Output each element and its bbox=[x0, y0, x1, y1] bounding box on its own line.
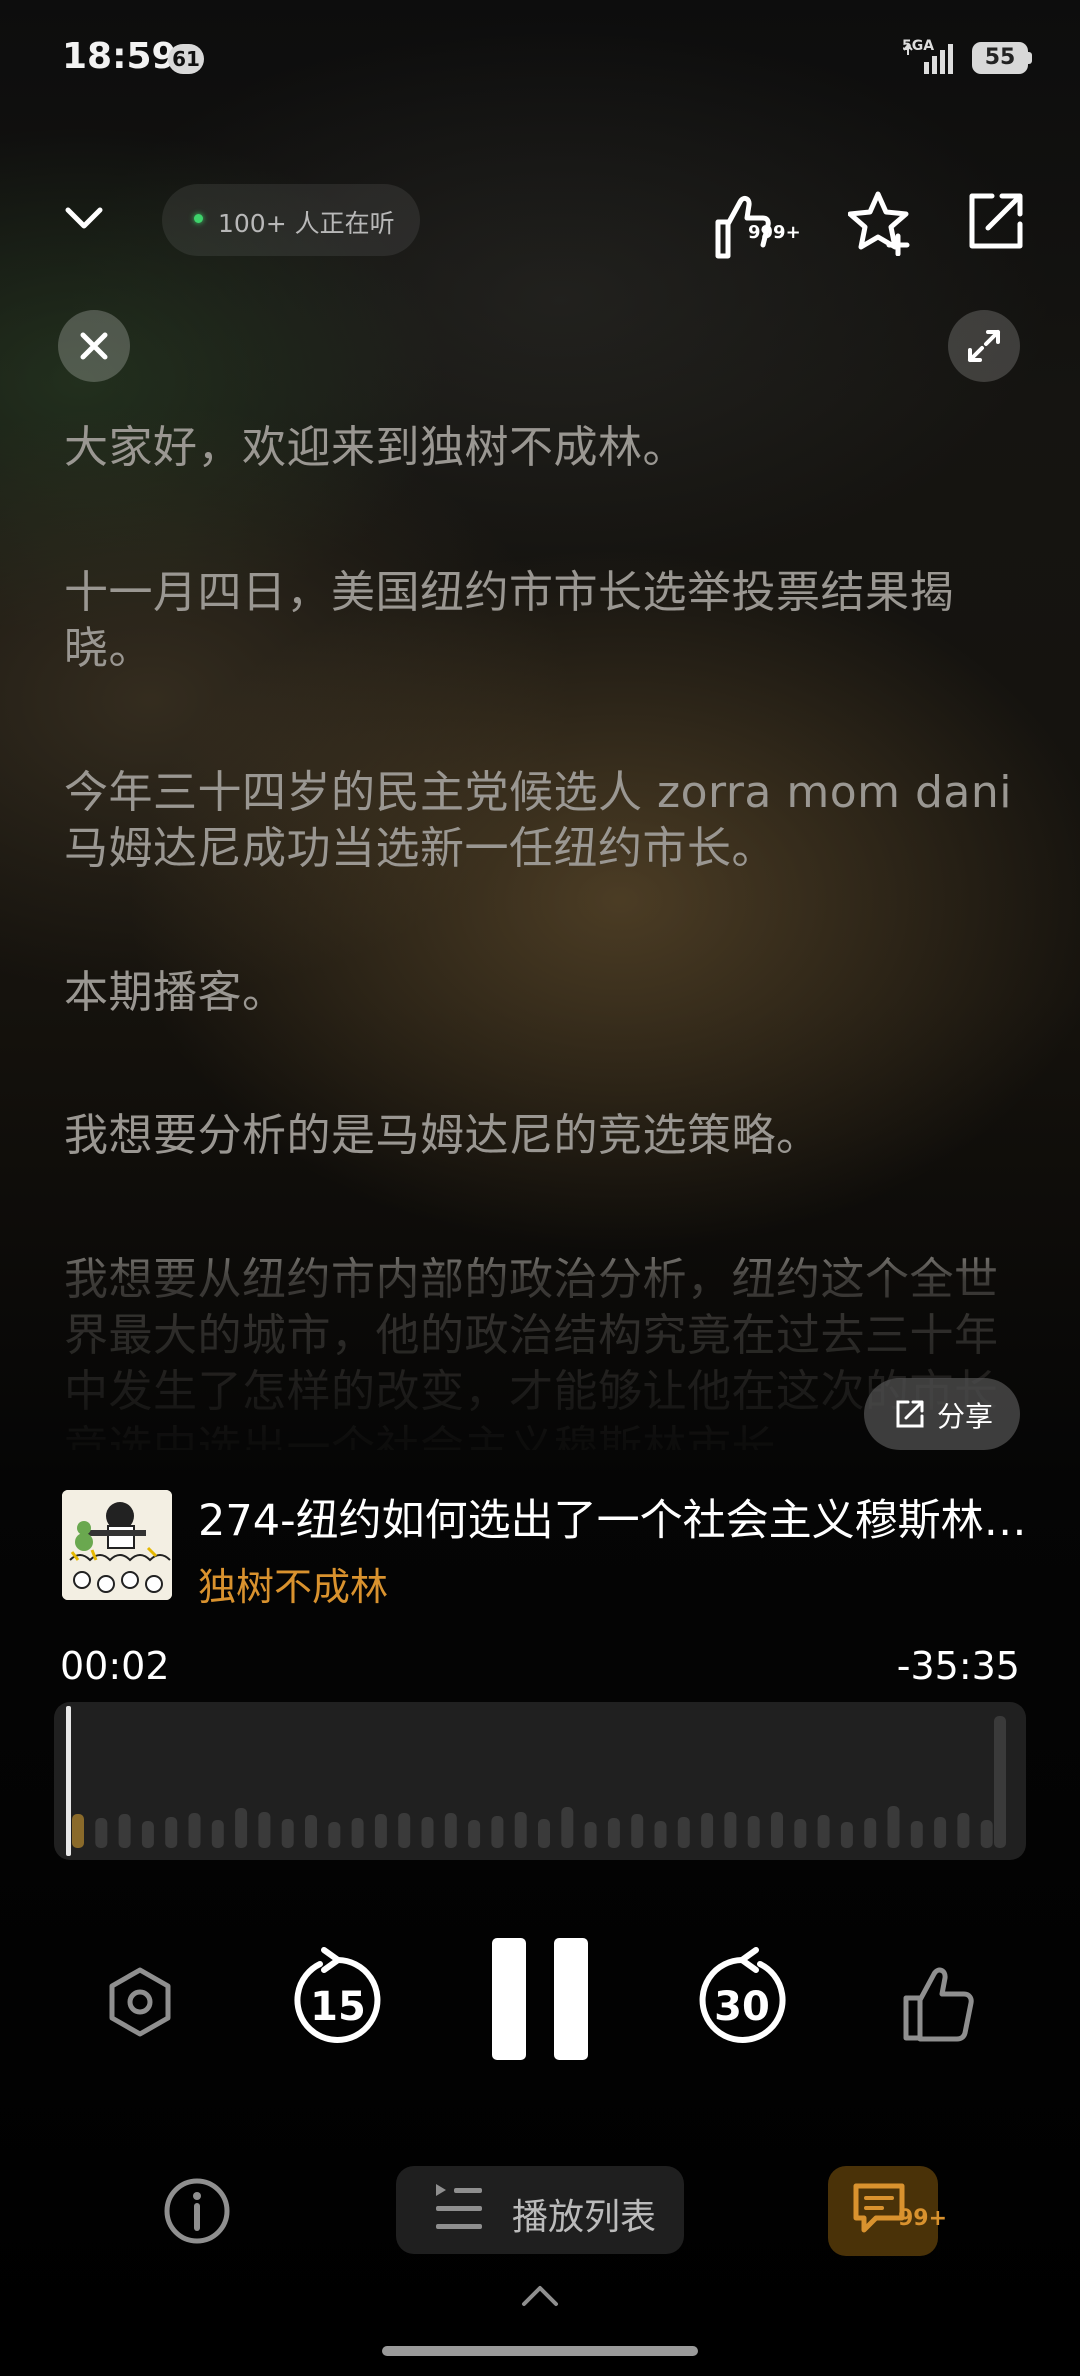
waveform-bar bbox=[491, 1816, 504, 1848]
forward-button[interactable]: 30 bbox=[692, 1946, 792, 2054]
podcast-name[interactable]: 独树不成林 bbox=[198, 1556, 388, 1611]
waveform-bar bbox=[980, 1820, 993, 1848]
waveform-bar bbox=[118, 1814, 131, 1848]
waveform-bar bbox=[95, 1818, 108, 1848]
time-remaining: -35:35 bbox=[896, 1644, 1020, 1688]
transcript-paragraph[interactable]: 本期播客。 bbox=[64, 965, 1024, 1021]
chevron-up-icon[interactable] bbox=[516, 2280, 564, 2310]
waveform-bar bbox=[374, 1814, 387, 1848]
waveform-bar bbox=[165, 1817, 178, 1848]
share-label: 分享 bbox=[937, 1400, 994, 1433]
notification-badge: 61 bbox=[168, 44, 204, 74]
rewind-button[interactable]: 15 bbox=[288, 1946, 388, 2054]
info-icon[interactable] bbox=[162, 2176, 232, 2246]
status-time: 18:59 bbox=[62, 36, 177, 77]
waveform-bar bbox=[584, 1822, 597, 1848]
waveform-bar bbox=[840, 1822, 853, 1848]
waveform-bar bbox=[561, 1807, 574, 1848]
transcript[interactable]: 大家好，欢迎来到独树不成林。 十一月四日，美国纽约市市长选举投票结果揭晓。 今年… bbox=[64, 420, 1024, 1450]
waveform-bar bbox=[994, 1716, 1006, 1848]
live-dot bbox=[194, 214, 203, 223]
waveform-bar bbox=[677, 1817, 690, 1848]
waveform-bar bbox=[957, 1813, 970, 1848]
waveform-bar bbox=[188, 1813, 201, 1848]
waveform-bars bbox=[72, 1716, 1006, 1848]
waveform-bar bbox=[141, 1821, 154, 1848]
waveform-bar bbox=[258, 1812, 271, 1848]
cover-art-icon bbox=[62, 1490, 172, 1600]
comment-count: 99+ bbox=[898, 2206, 948, 2231]
waveform-bar bbox=[910, 1821, 923, 1848]
transcript-paragraph[interactable]: 我想要分析的是马姆达尼的竞选策略。 bbox=[64, 1108, 1024, 1164]
signal-icon bbox=[903, 43, 953, 74]
time-elapsed: 00:02 bbox=[60, 1644, 170, 1688]
waveform-scrubber[interactable] bbox=[54, 1702, 1026, 1860]
waveform-bar bbox=[934, 1817, 947, 1848]
waveform-bar bbox=[398, 1813, 411, 1848]
waveform-bar bbox=[607, 1818, 620, 1848]
forward-seconds: 30 bbox=[714, 1984, 770, 2030]
transcript-paragraph[interactable]: 今年三十四岁的民主党候选人 zorra mom dani 马姆达尼成功当选新一任… bbox=[64, 765, 1024, 877]
podcast-cover[interactable] bbox=[62, 1490, 172, 1600]
waveform-bar bbox=[701, 1813, 714, 1848]
waveform-bar bbox=[724, 1812, 737, 1848]
rewind-seconds: 15 bbox=[310, 1984, 366, 2030]
waveform-bar bbox=[817, 1815, 830, 1848]
playhead[interactable] bbox=[66, 1706, 71, 1856]
chevron-down-icon[interactable] bbox=[56, 190, 112, 246]
listeners-text: 100+ 人正在听 bbox=[218, 209, 395, 238]
share-icon bbox=[896, 1400, 924, 1428]
playlist-label: 播放列表 bbox=[512, 2197, 657, 2238]
waveform-bar bbox=[235, 1808, 248, 1848]
waveform-bar bbox=[444, 1813, 457, 1848]
waveform-bar bbox=[887, 1806, 900, 1848]
battery-icon: 55 bbox=[972, 42, 1028, 74]
waveform-bar bbox=[328, 1822, 341, 1848]
like-count: 999+ bbox=[748, 222, 801, 243]
home-indicator[interactable] bbox=[382, 2346, 698, 2356]
share-external-icon[interactable] bbox=[964, 188, 1028, 252]
waveform-bar bbox=[281, 1819, 294, 1848]
star-plus-icon[interactable] bbox=[848, 188, 916, 256]
expand-icon[interactable] bbox=[948, 310, 1020, 382]
close-icon[interactable] bbox=[58, 310, 130, 382]
waveform-bar bbox=[794, 1819, 807, 1848]
battery-tip bbox=[1028, 52, 1032, 64]
waveform-bar bbox=[654, 1821, 667, 1848]
waveform-bar bbox=[538, 1819, 550, 1848]
transcript-paragraph[interactable]: 大家好，欢迎来到独树不成林。 bbox=[64, 420, 1024, 476]
waveform-bar bbox=[747, 1816, 760, 1848]
transcript-paragraph[interactable]: 十一月四日，美国纽约市市长选举投票结果揭晓。 bbox=[64, 565, 1024, 677]
pause-icon[interactable] bbox=[490, 1936, 590, 2062]
waveform-bar bbox=[72, 1814, 84, 1848]
waveform-bar bbox=[211, 1820, 224, 1848]
list-icon bbox=[436, 2184, 482, 2229]
waveform-bar bbox=[468, 1820, 481, 1848]
waveform-bar bbox=[421, 1817, 434, 1848]
waveform-bar bbox=[631, 1814, 644, 1848]
waveform-bar bbox=[864, 1818, 877, 1848]
episode-title[interactable]: 274-纽约如何选出了一个社会主义穆斯林市长？ bbox=[198, 1486, 1038, 1548]
waveform-bar bbox=[514, 1812, 527, 1848]
waveform-bar bbox=[305, 1815, 317, 1848]
waveform-bar bbox=[351, 1818, 364, 1848]
hexagon-settings-icon[interactable] bbox=[104, 1966, 176, 2038]
thumbs-up-icon[interactable] bbox=[900, 1964, 980, 2044]
waveform-bar bbox=[771, 1812, 783, 1848]
